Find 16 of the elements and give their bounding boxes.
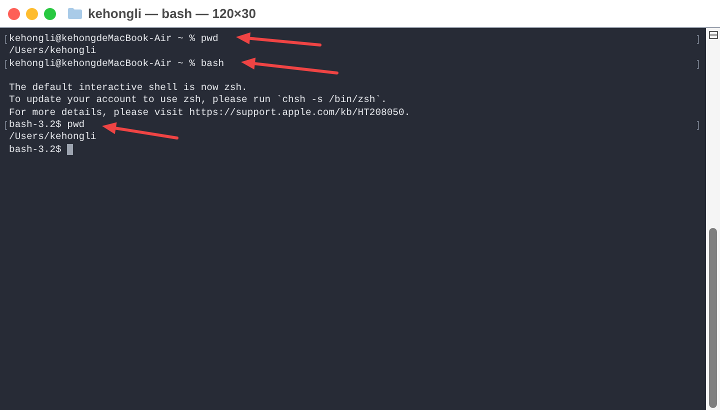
folder-icon xyxy=(68,8,82,19)
split-icon[interactable] xyxy=(708,31,718,39)
terminal-line: The default interactive shell is now zsh. xyxy=(9,82,248,94)
scrollbar-thumb[interactable] xyxy=(709,228,717,408)
window-title: kehongli — bash — 120×30 xyxy=(88,4,256,23)
zoom-button[interactable] xyxy=(44,8,56,20)
terminal-line: /Users/kehongli xyxy=(9,131,96,144)
minimize-button[interactable] xyxy=(26,8,38,20)
terminal-line: bash-3.2$ xyxy=(9,144,62,156)
terminal-line: kehongli@kehongdeMacBook-Air ~ % pwd xyxy=(9,33,218,46)
terminal-line: bash-3.2$ pwd xyxy=(9,119,85,132)
terminal-line: kehongli@kehongdeMacBook-Air ~ % bash xyxy=(9,58,224,70)
terminal-line: For more details, please visit https://support.apple.com/kb/HT208050. xyxy=(9,106,410,120)
close-button[interactable] xyxy=(8,8,20,20)
terminal-line: /Users/kehongli xyxy=(9,45,96,58)
terminal-line: To update your account to use zsh, please run `chsh -s /bin/zsh`. xyxy=(9,94,387,107)
